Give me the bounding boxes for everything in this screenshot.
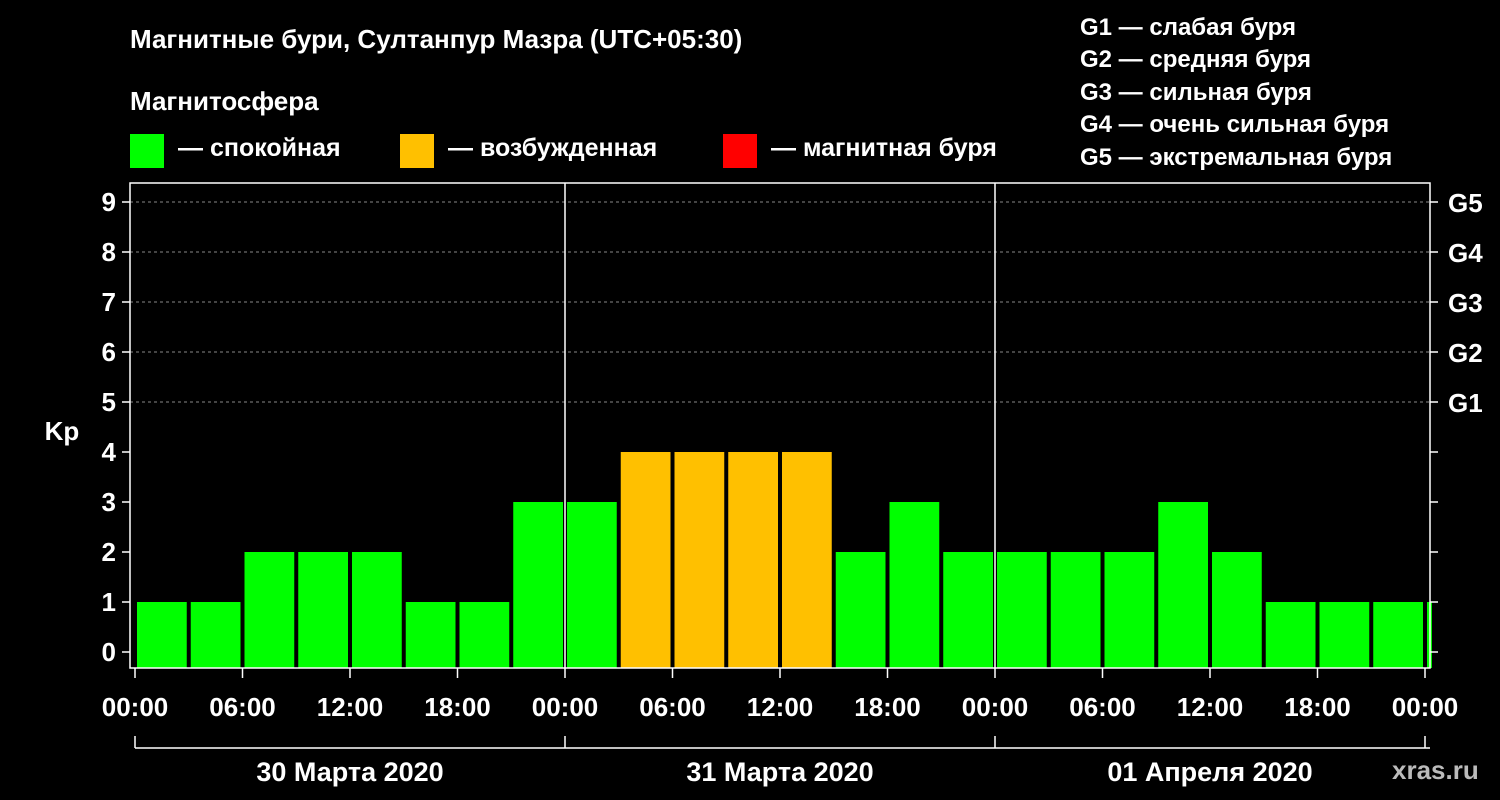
y-tick-label: 8 [102, 237, 116, 267]
kp-bar [1319, 602, 1370, 668]
x-tick-label: 06:00 [209, 692, 276, 722]
y-tick-label: 1 [102, 587, 116, 617]
day-label: 01 Апреля 2020 [1107, 757, 1312, 787]
x-tick-label: 12:00 [747, 692, 814, 722]
kp-bar [1158, 502, 1208, 668]
y-tick-label: 9 [102, 187, 116, 217]
kp-bar [1050, 552, 1101, 668]
kp-bar [997, 552, 1047, 668]
g-tick-label: G3 [1448, 288, 1483, 318]
kp-bar [567, 502, 617, 668]
x-tick-label: 00:00 [102, 692, 169, 722]
y-tick-label: 7 [102, 287, 116, 317]
kp-bar [620, 452, 671, 668]
x-tick-label: 06:00 [639, 692, 706, 722]
kp-bar [943, 552, 993, 668]
source-watermark: xras.ru [1392, 755, 1479, 785]
kp-bar [1265, 602, 1316, 668]
kp-bar [352, 552, 402, 668]
kp-bar [190, 602, 241, 668]
x-tick-label: 00:00 [532, 692, 599, 722]
x-tick-label: 06:00 [1069, 692, 1136, 722]
kp-bar [1212, 552, 1262, 668]
kp-bar [889, 502, 940, 668]
x-tick-label: 00:00 [1392, 692, 1459, 722]
kp-bar [459, 602, 510, 668]
kp-bar-chart: 0 1 2 3 4 5 6 7 8 9 Kp G1 G2 G3 G4 G5 00:00 06:00 12:00 18:… [45, 182, 1483, 787]
y-tick-label: 2 [102, 537, 116, 567]
kp-bar [405, 602, 456, 668]
kp-bar [244, 552, 295, 668]
g-tick-label: G2 [1448, 338, 1483, 368]
y-tick-label: 4 [102, 437, 117, 467]
kp-bar [513, 502, 563, 668]
x-tick-label: 18:00 [424, 692, 491, 722]
kp-bar [728, 452, 778, 668]
x-tick-label: 12:00 [1177, 692, 1244, 722]
x-tick-label: 00:00 [962, 692, 1029, 722]
day-label: 30 Марта 2020 [256, 757, 443, 787]
y-tick-label: 5 [102, 387, 116, 417]
x-tick-label: 18:00 [1284, 692, 1351, 722]
x-tick-label: 12:00 [317, 692, 384, 722]
g-tick-label: G4 [1448, 238, 1483, 268]
kp-bar [782, 452, 832, 668]
day-label: 31 Марта 2020 [686, 757, 873, 787]
kp-bar [1104, 552, 1155, 668]
kp-bar [1373, 602, 1423, 668]
y-tick-label: 6 [102, 337, 116, 367]
x-tick-label: 18:00 [854, 692, 921, 722]
y-tick-label: 3 [102, 487, 116, 517]
kp-bar [298, 552, 348, 668]
g-tick-label: G1 [1448, 388, 1483, 418]
g-tick-label: G5 [1448, 188, 1483, 218]
kp-bar [674, 452, 725, 668]
kp-bar [835, 552, 886, 668]
y-tick-label: 0 [102, 637, 116, 667]
y-axis-label: Kp [45, 416, 80, 446]
kp-bar [137, 602, 187, 668]
